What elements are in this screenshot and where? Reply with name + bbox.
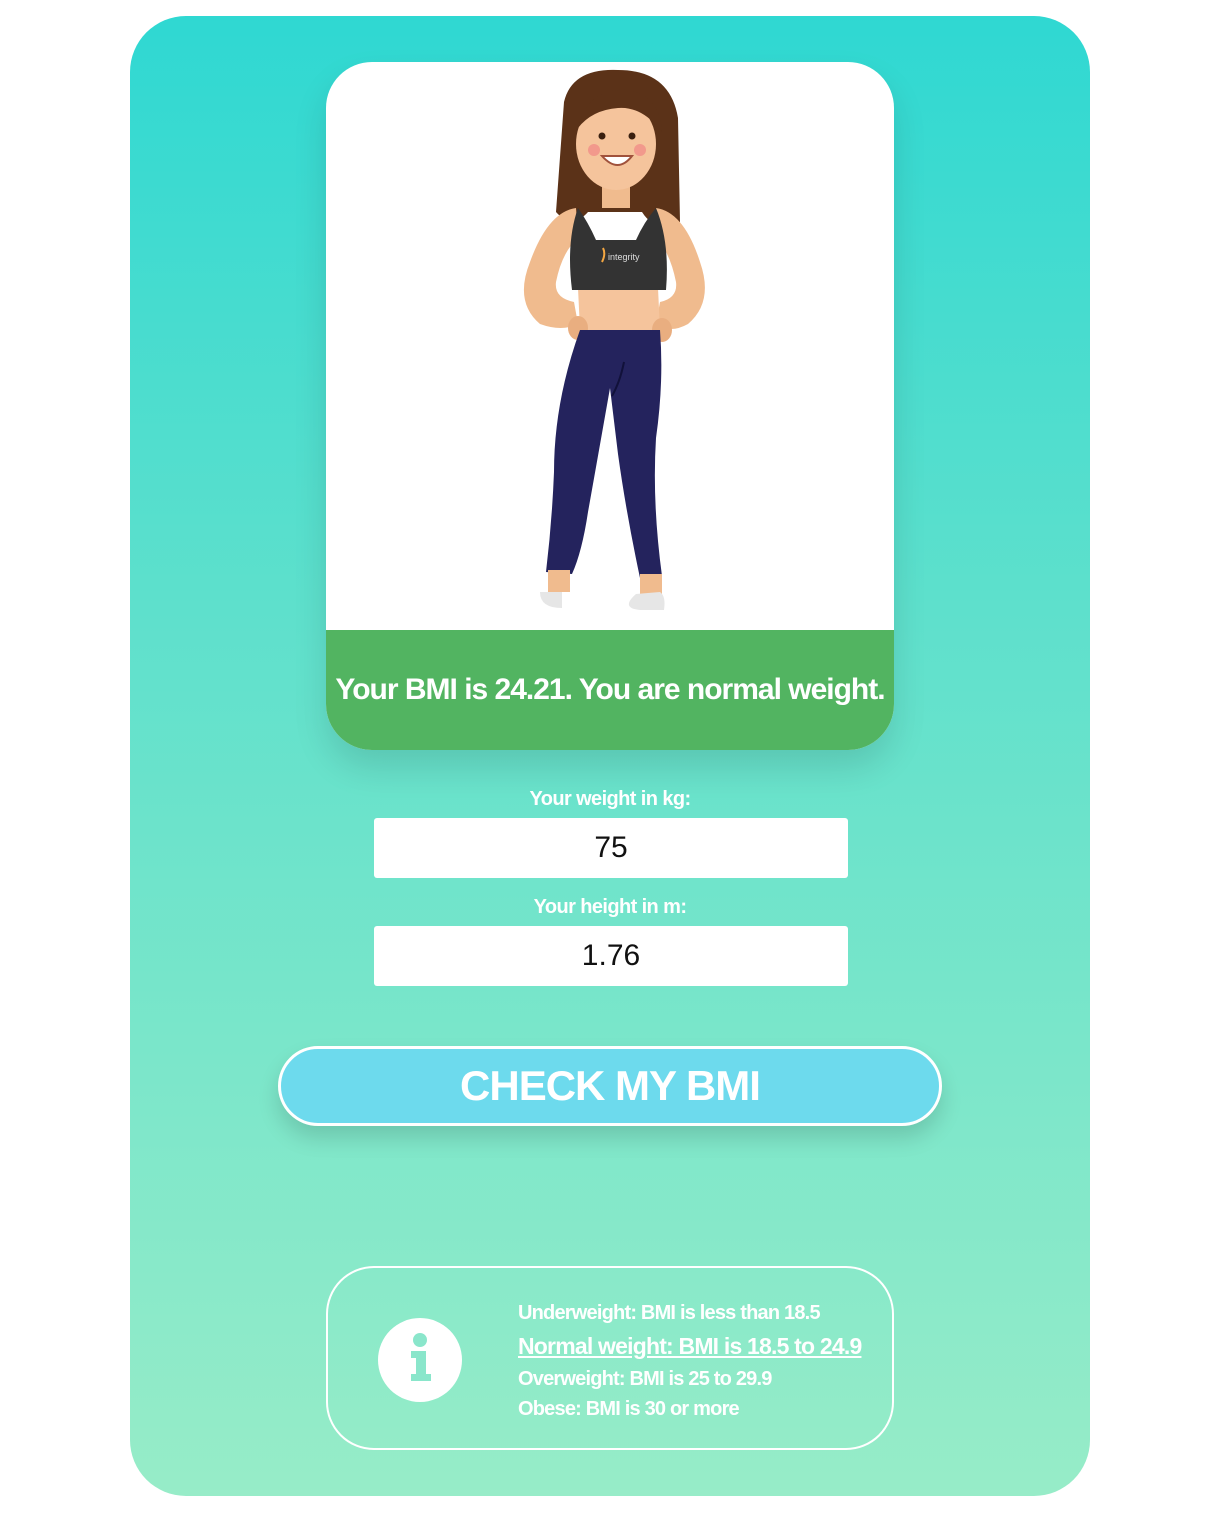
bmi-ranges-list: Underweight: BMI is less than 18.5 Norma… <box>518 1298 888 1424</box>
weight-label: Your weight in kg: <box>529 788 691 810</box>
weight-input[interactable] <box>374 818 848 878</box>
height-input[interactable] <box>374 926 848 986</box>
bmi-info-box: Underweight: BMI is less than 18.5 Norma… <box>326 1266 894 1450</box>
range-underweight: Underweight: BMI is less than 18.5 <box>518 1302 821 1324</box>
bmi-calculator-panel: integrity Your BMI is 24.21. You are nor… <box>130 16 1090 1496</box>
check-bmi-button[interactable]: CHECK MY BMI <box>278 1046 942 1126</box>
info-icon <box>378 1318 462 1402</box>
range-normal-weight: Normal weight: BMI is 18.5 to 24.9 <box>518 1333 862 1359</box>
range-overweight: Overweight: BMI is 25 to 29.9 <box>518 1368 772 1390</box>
result-card: integrity Your BMI is 24.21. You are nor… <box>326 62 894 750</box>
height-label: Your height in m: <box>533 896 687 918</box>
svg-text:integrity: integrity <box>608 252 640 262</box>
result-banner: Your BMI is 24.21. You are normal weight… <box>326 630 894 750</box>
range-obese: Obese: BMI is 30 or more <box>518 1398 740 1420</box>
bmi-result-text: Your BMI is 24.21. You are normal weight… <box>335 673 885 706</box>
woman-figure-illustration: integrity <box>326 62 894 630</box>
